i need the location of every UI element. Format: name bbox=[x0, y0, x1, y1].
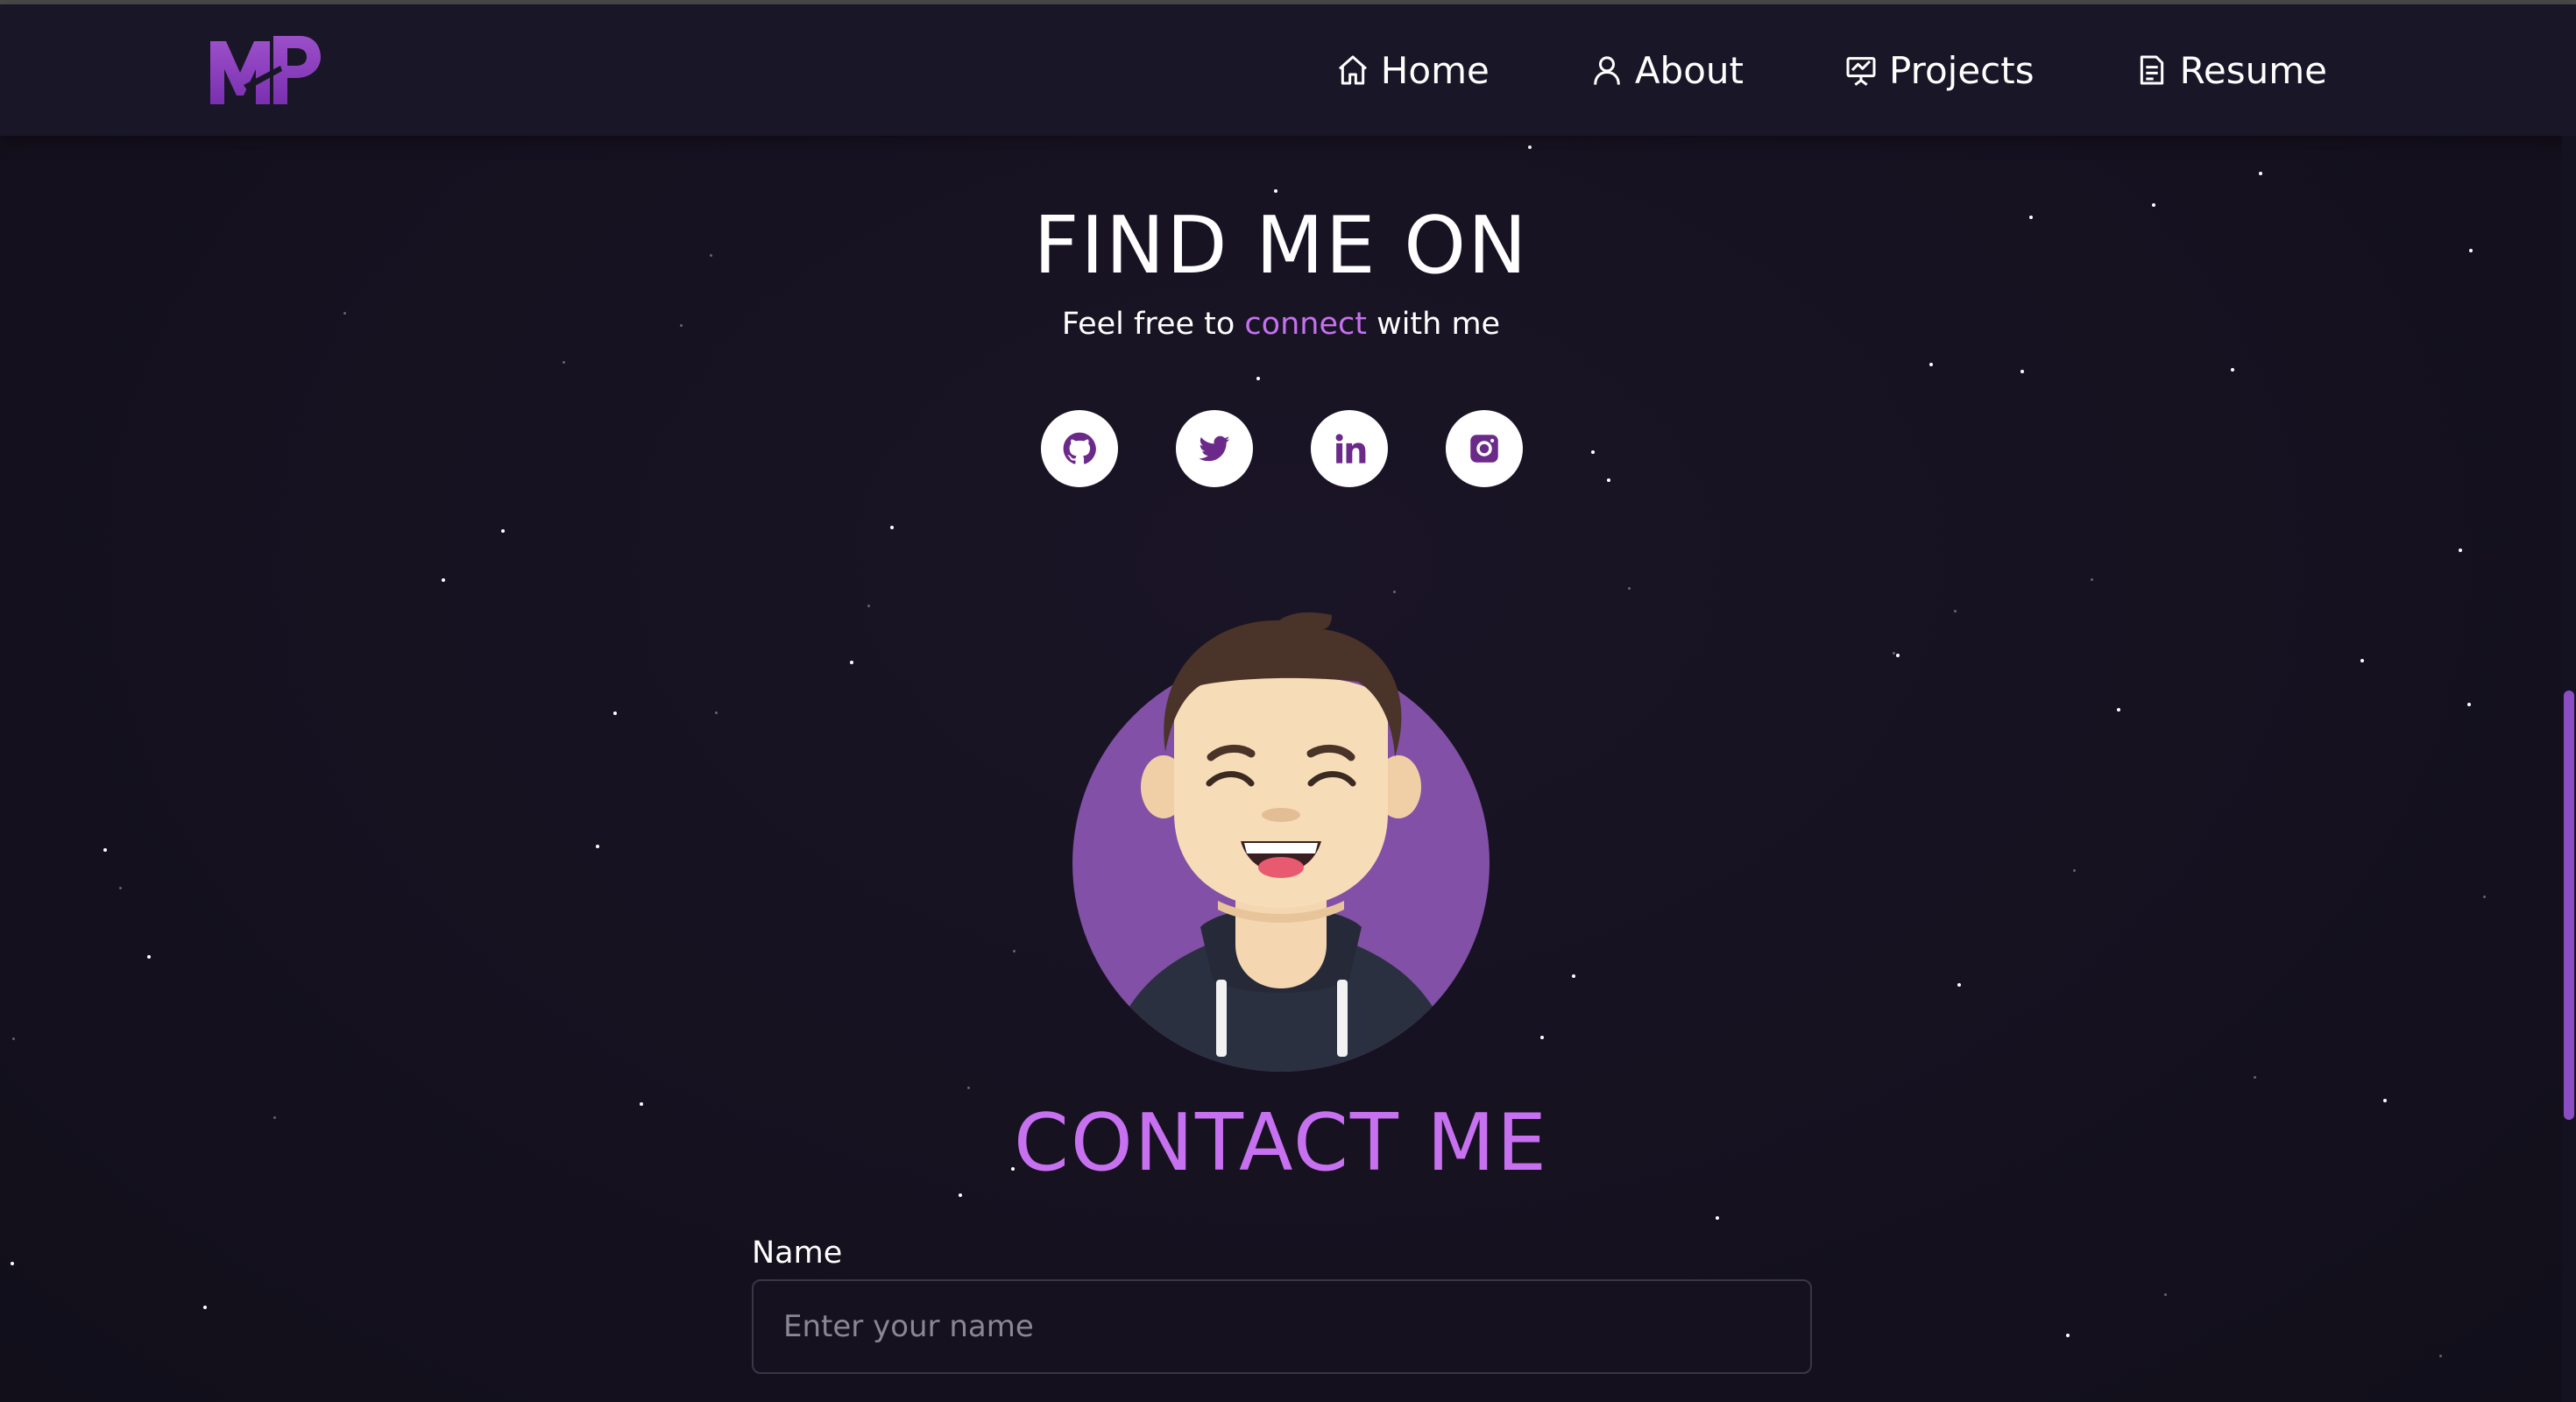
home-icon bbox=[1338, 55, 1367, 85]
star bbox=[850, 661, 853, 664]
top-navbar: Home About Projects Resume bbox=[0, 4, 2576, 136]
star bbox=[1528, 145, 1532, 149]
nav-home-label: Home bbox=[1380, 48, 1490, 92]
nav-links: Home About Projects Resume bbox=[1335, 4, 2327, 136]
star bbox=[1628, 587, 1631, 590]
nav-projects-label: Projects bbox=[1889, 48, 2035, 92]
star bbox=[613, 712, 617, 715]
star bbox=[2066, 1334, 2070, 1337]
find-me-title: FIND ME ON bbox=[1033, 200, 1529, 292]
star bbox=[2091, 578, 2093, 581]
avatar-icon bbox=[1072, 612, 1490, 1072]
name-field-label: Name bbox=[752, 1236, 843, 1271]
nav-projects[interactable]: Projects bbox=[1844, 49, 2035, 92]
document-icon bbox=[2140, 55, 2163, 85]
star bbox=[967, 1087, 970, 1089]
scrollbar-thumb[interactable] bbox=[2564, 690, 2574, 1120]
nav-about[interactable]: About bbox=[1589, 49, 1744, 92]
star bbox=[11, 1262, 14, 1265]
star bbox=[1893, 652, 1895, 655]
twitter-icon bbox=[1199, 435, 1230, 462]
star bbox=[1896, 654, 1900, 657]
star bbox=[2117, 708, 2120, 712]
star bbox=[2459, 549, 2462, 552]
avatar-illustration bbox=[1069, 612, 1498, 1076]
star bbox=[1929, 363, 1933, 366]
user-icon bbox=[1593, 56, 1620, 85]
star bbox=[867, 605, 870, 607]
instagram-icon bbox=[1470, 435, 1498, 463]
name-input[interactable] bbox=[752, 1279, 1812, 1374]
star bbox=[959, 1193, 962, 1197]
star bbox=[2231, 368, 2234, 372]
star bbox=[1716, 1216, 1719, 1220]
find-me-subtitle: Feel free to connect with me bbox=[0, 307, 2562, 342]
star bbox=[442, 578, 445, 582]
logo-mark-icon bbox=[210, 36, 321, 104]
star bbox=[2073, 869, 2076, 872]
star bbox=[1572, 974, 1575, 978]
star bbox=[596, 845, 599, 848]
nav-about-label: About bbox=[1634, 48, 1744, 92]
star bbox=[1607, 478, 1610, 482]
star bbox=[103, 848, 107, 852]
star bbox=[2164, 1293, 2167, 1296]
star bbox=[119, 887, 122, 889]
instagram-link[interactable] bbox=[1446, 410, 1523, 487]
presentation-icon bbox=[1846, 57, 1876, 86]
star bbox=[1954, 610, 1957, 612]
star bbox=[2259, 172, 2262, 175]
star bbox=[501, 529, 505, 533]
star bbox=[1256, 377, 1260, 380]
star bbox=[12, 1037, 15, 1040]
site-logo[interactable] bbox=[209, 31, 322, 110]
star bbox=[203, 1306, 207, 1309]
linkedin-link[interactable] bbox=[1311, 410, 1388, 487]
star bbox=[563, 361, 565, 364]
contact-me-title: CONTACT ME bbox=[1014, 1097, 1548, 1189]
star bbox=[2467, 703, 2471, 706]
star bbox=[1013, 950, 1016, 952]
star bbox=[2254, 1076, 2256, 1079]
star bbox=[2483, 896, 2486, 898]
portfolio-page: Home About Projects Resume FIND ME ON Fe… bbox=[0, 0, 2576, 1402]
star bbox=[1540, 1036, 1544, 1039]
star bbox=[1393, 591, 1396, 593]
linkedin-icon bbox=[1335, 434, 1366, 464]
nav-resume-label: Resume bbox=[2179, 48, 2327, 92]
star bbox=[1274, 189, 1277, 193]
github-link[interactable] bbox=[1041, 410, 1118, 487]
star bbox=[890, 526, 894, 529]
subtitle-text-after: with me bbox=[1366, 307, 1501, 342]
star bbox=[147, 955, 151, 959]
nav-resume[interactable]: Resume bbox=[2134, 49, 2327, 92]
star bbox=[1591, 450, 1595, 454]
star bbox=[715, 712, 718, 714]
star bbox=[1957, 983, 1961, 987]
star bbox=[2020, 370, 2024, 373]
nav-home[interactable]: Home bbox=[1335, 49, 1490, 92]
twitter-link[interactable] bbox=[1176, 410, 1253, 487]
subtitle-accent: connect bbox=[1244, 307, 1367, 342]
github-icon bbox=[1063, 432, 1096, 464]
star bbox=[2360, 659, 2364, 662]
social-links bbox=[1041, 410, 1523, 487]
subtitle-text-before: Feel free to bbox=[1061, 307, 1245, 342]
star bbox=[2439, 1355, 2442, 1357]
